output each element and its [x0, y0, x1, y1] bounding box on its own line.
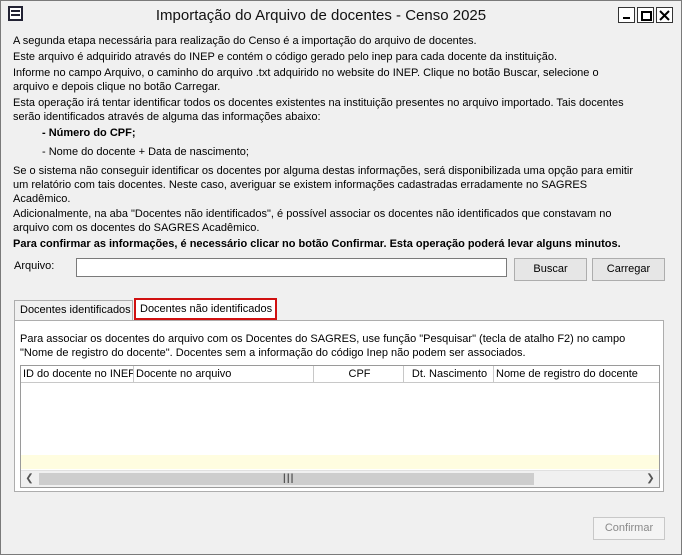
instruction-line: A segunda etapa necessária para realizaç…: [13, 35, 477, 47]
content-area: A segunda etapa necessária para realizaç…: [6, 30, 677, 550]
search-button[interactable]: Buscar: [514, 258, 587, 281]
instruction-line: Se o sistema não conseguir identificar o…: [13, 165, 634, 177]
criteria-name-birthdate: - Nome do docente + Data de nascimento;: [42, 146, 249, 158]
column-header-inep-id[interactable]: ID do docente no INEP: [21, 366, 134, 383]
instruction-line: Este arquivo é adquirido através do INEP…: [13, 51, 558, 63]
maximize-icon[interactable]: [637, 7, 654, 23]
confirm-note: Para confirmar as informações, é necessá…: [13, 238, 621, 250]
grid-header: ID do docente no INEP Docente no arquivo…: [21, 366, 659, 383]
new-row[interactable]: [21, 455, 659, 469]
close-icon[interactable]: [656, 7, 673, 23]
grip-icon: ┃┃┃: [282, 474, 294, 483]
instruction-line: arquivo com os docentes do SAGRES Acadêm…: [13, 222, 260, 234]
instruction-line: Acadêmico.: [13, 193, 71, 205]
instruction-line: Informe no campo Arquivo, o caminho do a…: [13, 67, 599, 79]
horizontal-scrollbar[interactable]: ❮ ┃┃┃ ❯: [21, 470, 659, 487]
instruction-line: Esta operação irá tentar identificar tod…: [13, 97, 624, 109]
confirm-button[interactable]: Confirmar: [593, 517, 665, 540]
panel-hint: Para associar os docentes do arquivo com…: [20, 333, 626, 345]
column-header-registered-name[interactable]: Nome de registro do docente: [494, 366, 659, 383]
file-path-input[interactable]: [76, 258, 507, 277]
panel-hint: "Nome de registro do docente". Docentes …: [20, 347, 526, 359]
tab-strip: Docentes identificados Docentes não iden…: [14, 298, 664, 320]
tab-unidentified-teachers[interactable]: Docentes não identificados: [134, 298, 277, 320]
column-header-file-teacher[interactable]: Docente no arquivo: [134, 366, 314, 383]
instruction-line: arquivo e depois clique no botão Carrega…: [13, 81, 221, 93]
scroll-right-icon[interactable]: ❯: [642, 471, 659, 487]
import-window: Importação do Arquivo de docentes - Cens…: [0, 0, 682, 555]
teachers-grid[interactable]: ID do docente no INEP Docente no arquivo…: [20, 365, 660, 488]
file-label: Arquivo:: [14, 260, 55, 272]
tab-identified-teachers[interactable]: Docentes identificados: [14, 300, 133, 320]
scroll-left-icon[interactable]: ❮: [21, 471, 38, 487]
instruction-line: Adicionalmente, na aba "Docentes não ide…: [13, 208, 612, 220]
title-bar: Importação do Arquivo de docentes - Cens…: [1, 1, 681, 30]
criteria-cpf: - Número do CPF;: [42, 127, 136, 139]
load-button[interactable]: Carregar: [592, 258, 665, 281]
column-header-cpf[interactable]: CPF: [314, 366, 404, 383]
window-title: Importação do Arquivo de docentes - Cens…: [155, 7, 487, 24]
scroll-thumb[interactable]: ┃┃┃: [39, 473, 534, 485]
column-header-birthdate[interactable]: Dt. Nascimento: [404, 366, 494, 383]
instruction-line: serão identificados através de alguma da…: [13, 111, 321, 123]
minimize-icon[interactable]: [618, 7, 635, 23]
instruction-line: um relatório com tais docentes. Neste ca…: [13, 179, 588, 191]
unidentified-teachers-panel: Para associar os docentes do arquivo com…: [14, 320, 664, 492]
